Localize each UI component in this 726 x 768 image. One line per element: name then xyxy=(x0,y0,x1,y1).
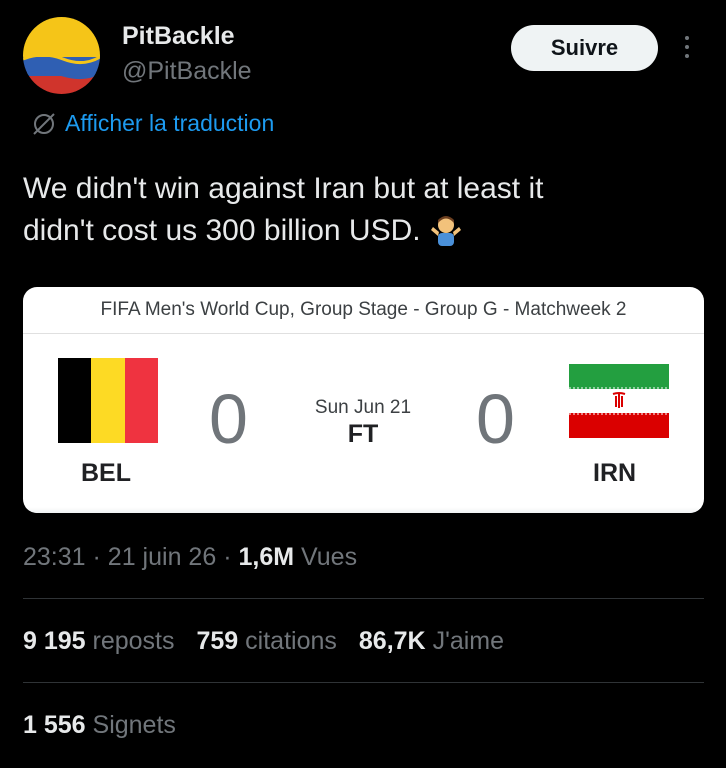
likes-count: 86,7K xyxy=(358,627,426,655)
home-score: 0 xyxy=(209,380,248,458)
quotes-count: 759 xyxy=(196,627,239,655)
away-team-abbr: IRN xyxy=(593,459,637,487)
reposts-stat[interactable]: 9 195 reposts xyxy=(23,627,175,656)
bookmarks-stat[interactable]: 1 556 Signets xyxy=(23,711,176,740)
avatar[interactable] xyxy=(23,17,100,94)
follow-button[interactable]: Suivre xyxy=(511,25,658,71)
quotes-stat[interactable]: 759 citations xyxy=(197,627,337,656)
globe-slash-icon xyxy=(33,112,55,135)
more-vertical-icon[interactable] xyxy=(683,36,691,62)
tweet-meta: 23:31 · 21 juin 26 · 1,6M Vues xyxy=(23,543,357,572)
tweet-text: We didn't win against Iran but at least … xyxy=(23,168,703,258)
iran-flag-icon xyxy=(569,364,669,438)
match-status: FT xyxy=(347,420,379,448)
author-display-name[interactable]: PitBackle xyxy=(122,22,235,51)
reposts-label: reposts xyxy=(92,627,175,655)
translate-link[interactable]: Afficher la traduction xyxy=(31,110,274,137)
views-count: 1,6M xyxy=(238,543,295,571)
tweet-time[interactable]: 23:31 xyxy=(23,543,86,571)
meta-separator: · xyxy=(92,543,108,571)
quotes-label: citations xyxy=(245,627,337,655)
bookmarks-label: Signets xyxy=(92,711,176,739)
match-date: Sun Jun 21 xyxy=(314,397,412,418)
meta-separator: · xyxy=(223,543,239,571)
divider xyxy=(23,682,704,683)
divider xyxy=(23,598,704,599)
engagement-stats: 9 195 reposts 759 citations 86,7K J'aime xyxy=(23,627,526,656)
views-label: Vues xyxy=(301,543,358,571)
bookmarks-count: 1 556 xyxy=(23,711,86,739)
home-team-abbr: BEL xyxy=(81,459,131,487)
tweet-text-line-2: didn't cost us 300 billion USD. xyxy=(23,210,703,258)
away-score: 0 xyxy=(476,380,515,458)
tweet-date[interactable]: 21 juin 26 xyxy=(108,543,216,571)
reposts-count: 9 195 xyxy=(23,627,86,655)
person-shrugging-emoji-icon xyxy=(429,212,463,258)
match-card-header: FIFA Men's World Cup, Group Stage - Grou… xyxy=(23,287,704,334)
colombia-flag-avatar-icon xyxy=(23,17,100,94)
card-bottom-edge xyxy=(23,507,704,513)
translate-label: Afficher la traduction xyxy=(65,110,275,136)
tweet-text-line-2-content: didn't cost us 300 billion USD. xyxy=(23,214,421,247)
belgium-flag-icon xyxy=(58,358,158,443)
author-handle[interactable]: @PitBackle xyxy=(122,57,252,86)
match-card[interactable]: FIFA Men's World Cup, Group Stage - Grou… xyxy=(23,287,704,513)
likes-label: J'aime xyxy=(432,627,505,655)
tweet-text-line-1: We didn't win against Iran but at least … xyxy=(23,172,544,205)
likes-stat[interactable]: 86,7K J'aime xyxy=(359,627,504,656)
